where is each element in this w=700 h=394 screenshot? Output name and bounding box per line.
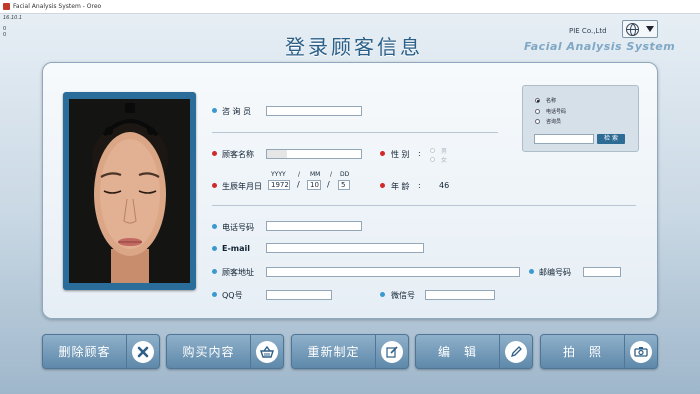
- face-image: [69, 99, 190, 283]
- divider: [212, 132, 498, 133]
- age-value: 46: [439, 181, 450, 190]
- optional-indicator: [212, 224, 217, 229]
- gender-radio-female[interactable]: [430, 157, 435, 162]
- qq-label: QQ号: [222, 291, 243, 300]
- optional-indicator: [212, 108, 217, 113]
- qq-field[interactable]: [266, 290, 332, 300]
- required-indicator: [380, 183, 385, 188]
- edit-button[interactable]: 编 辑: [415, 334, 533, 369]
- email-field[interactable]: [266, 243, 424, 253]
- date-separator: /: [327, 180, 330, 189]
- edit-icon: [375, 335, 408, 368]
- company-name: PIE Co.,Ltd: [569, 27, 607, 35]
- wechat-label: 微信号: [391, 291, 415, 300]
- birth-year-field[interactable]: 1972: [268, 180, 290, 190]
- version-label: 16.10.1: [3, 15, 23, 21]
- search-option-label: 电话号码: [546, 109, 567, 115]
- gender-label: 性 别: [391, 150, 410, 159]
- address-field[interactable]: [266, 267, 520, 277]
- gender-colon: :: [418, 149, 421, 158]
- gender-radio-male[interactable]: [430, 148, 435, 153]
- date-separator: /: [330, 171, 333, 178]
- radio-unselected[interactable]: [535, 109, 540, 114]
- button-label: 删除顾客: [58, 345, 111, 359]
- search-option-label: 名称: [546, 98, 557, 104]
- phone-field[interactable]: [266, 221, 362, 231]
- gender-option-male: 男: [441, 148, 448, 155]
- optional-indicator: [212, 292, 217, 297]
- photo-frame: [63, 92, 196, 290]
- consultant-label: 咨 询 员: [222, 107, 252, 116]
- chevron-down-icon: [645, 26, 654, 32]
- button-label: 重新制定: [307, 345, 360, 359]
- customer-name-field[interactable]: [266, 149, 362, 159]
- gender-option-female: 女: [441, 157, 448, 164]
- button-label: 编 辑: [437, 345, 477, 359]
- language-dropdown[interactable]: [622, 20, 658, 38]
- required-indicator: [212, 151, 217, 156]
- optional-indicator: [380, 292, 385, 297]
- optional-indicator: [212, 246, 217, 251]
- email-label: E-mail: [222, 244, 251, 253]
- delete-customer-button[interactable]: 删除顾客: [42, 334, 160, 369]
- age-label: 年 龄: [391, 182, 410, 191]
- x-icon: [126, 335, 159, 368]
- app-icon: [3, 3, 10, 10]
- search-button[interactable]: 检 索: [597, 134, 625, 144]
- page-title: 登录顾客信息: [285, 35, 423, 59]
- day-hint: DD: [340, 171, 350, 178]
- postcode-field[interactable]: [583, 267, 621, 277]
- debug-line: 0: [3, 32, 7, 38]
- radio-selected[interactable]: [535, 98, 540, 103]
- basket-icon: [250, 335, 283, 368]
- button-label: 购买内容: [182, 345, 235, 359]
- pencil-icon: [499, 335, 532, 368]
- year-hint: YYYY: [271, 171, 286, 178]
- birthday-label: 生辰年月日: [222, 182, 262, 191]
- required-indicator: [212, 183, 217, 188]
- divider: [212, 205, 636, 206]
- date-separator: /: [298, 171, 301, 178]
- customer-name-label: 顾客名称: [222, 150, 254, 159]
- button-label: 拍 照: [562, 345, 602, 359]
- birth-month-field[interactable]: 10: [307, 180, 321, 190]
- date-separator: /: [297, 180, 300, 189]
- phone-label: 电话号码: [222, 223, 254, 232]
- optional-indicator: [212, 269, 217, 274]
- required-indicator: [380, 151, 385, 156]
- postcode-label: 邮编号码: [539, 268, 571, 277]
- optional-indicator: [529, 269, 534, 274]
- radio-unselected[interactable]: [535, 119, 540, 124]
- camera-icon: [624, 335, 657, 368]
- search-option-consultant[interactable]: 咨询员: [535, 118, 561, 125]
- search-option-name[interactable]: 名称: [535, 97, 556, 104]
- birth-day-field[interactable]: 5: [338, 180, 350, 190]
- system-name: Facial Analysis System: [524, 40, 676, 53]
- address-label: 顾客地址: [222, 268, 254, 277]
- age-colon: :: [418, 181, 421, 190]
- search-input[interactable]: [534, 134, 594, 144]
- search-option-label: 咨询员: [546, 119, 562, 125]
- purchase-content-button[interactable]: 购买内容: [166, 334, 284, 369]
- customer-photo[interactable]: [69, 99, 190, 283]
- reset-button[interactable]: 重新制定: [291, 334, 409, 369]
- window-titlebar: Facial Analysis System - Oreo: [0, 0, 700, 14]
- globe-icon: [626, 22, 640, 36]
- search-option-phone[interactable]: 电话号码: [535, 108, 566, 115]
- month-hint: MM: [310, 171, 321, 178]
- wechat-field[interactable]: [425, 290, 495, 300]
- debug-text: 0 0: [3, 26, 6, 38]
- photo-button[interactable]: 拍 照: [540, 334, 658, 369]
- window-title: Facial Analysis System - Oreo: [13, 3, 102, 10]
- consultant-field[interactable]: [266, 106, 362, 116]
